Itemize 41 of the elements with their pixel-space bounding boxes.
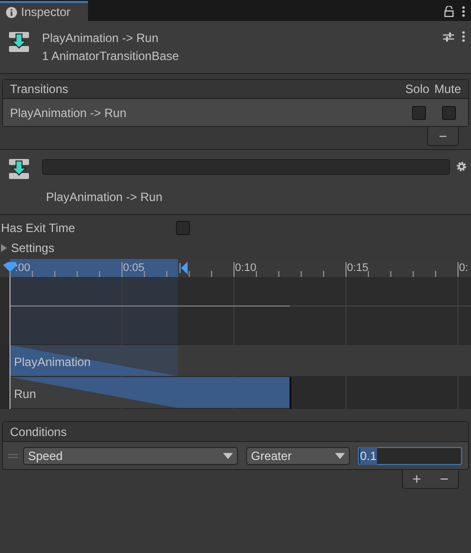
more-icon[interactable] [462, 31, 465, 42]
transition-row[interactable]: PlayAnimation -> Run [3, 99, 468, 126]
column-header: Mute [434, 81, 461, 98]
mute-checkbox[interactable] [442, 106, 456, 120]
drag-handle-icon[interactable] [8, 454, 18, 458]
list-header: Conditions [10, 424, 67, 440]
solo-checkbox[interactable] [412, 106, 426, 120]
remove-button[interactable]: − [427, 127, 459, 146]
remove-button[interactable]: − [436, 472, 452, 486]
time-tick-label: 0:05 [123, 261, 144, 275]
add-button[interactable]: + [409, 472, 424, 486]
list-header: Transitions [10, 81, 68, 98]
info-icon [6, 6, 17, 18]
header-subtitle: 1 AnimatorTransitionBase [42, 48, 179, 65]
parameter-dropdown[interactable]: Speed [23, 446, 238, 464]
name-field[interactable] [42, 159, 450, 175]
sliders-icon[interactable] [443, 32, 454, 42]
time-tick-label: 0: [459, 261, 468, 275]
time-tick-label: 0:10 [235, 261, 256, 275]
mode-dropdown[interactable]: Greater [246, 446, 350, 464]
lock-icon[interactable] [444, 6, 454, 16]
track-label: Run [14, 386, 36, 403]
foldout-arrow-icon [0, 244, 8, 252]
transition-caption: PlayAnimation -> Run [46, 189, 164, 206]
transition-name: PlayAnimation -> Run [10, 104, 126, 122]
transition-icon [8, 31, 30, 53]
track-label: PlayAnimation [14, 354, 91, 371]
dropdown-caret-icon [335, 452, 345, 458]
settings-foldout[interactable]: Settings [0, 238, 471, 258]
settings-icon[interactable] [456, 161, 467, 172]
time-tick-label: :00 [15, 261, 30, 275]
more-icon[interactable] [462, 6, 465, 16]
has-exit-time-checkbox[interactable] [176, 221, 190, 235]
threshold-field[interactable]: 0.1 [358, 446, 462, 464]
field-label: Has Exit Time [0, 220, 76, 237]
header-title: PlayAnimation -> Run [42, 30, 160, 47]
dropdown-caret-icon [223, 452, 233, 458]
column-header: Solo [405, 81, 430, 98]
transition-icon [8, 158, 30, 180]
inspector-tab[interactable]: Inspector [0, 1, 88, 21]
time-tick-label: 0:15 [347, 261, 368, 275]
